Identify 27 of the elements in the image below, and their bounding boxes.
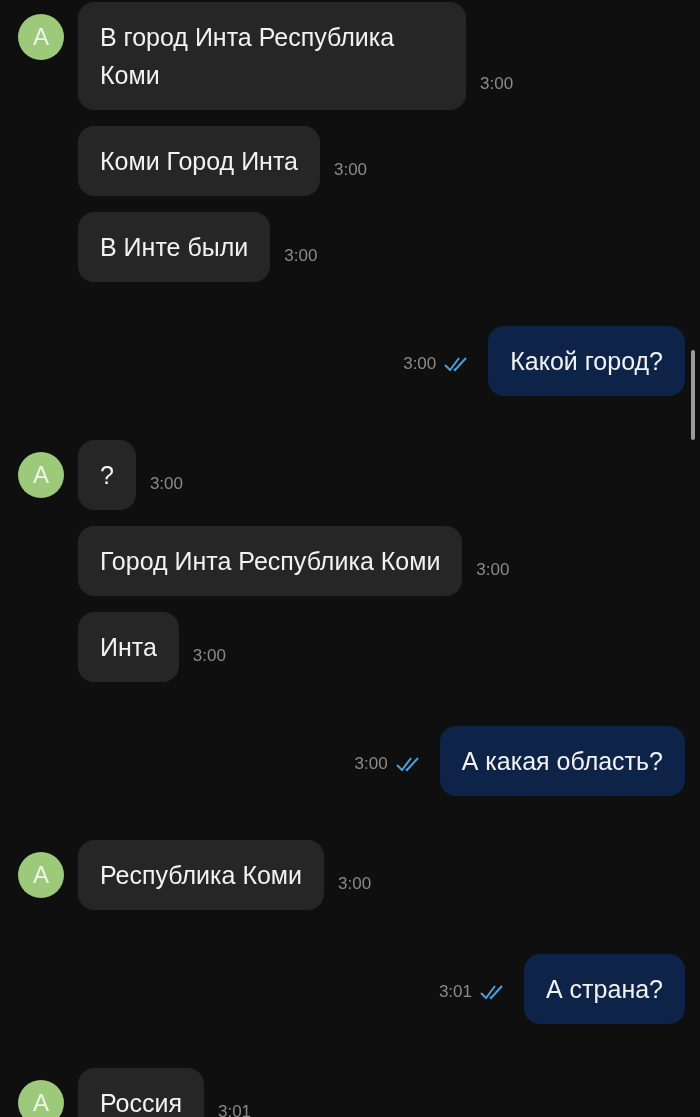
message-time: 3:00 <box>480 72 514 95</box>
message-bubble: Республика Коми <box>78 840 324 910</box>
message-time: 3:00 <box>476 558 510 581</box>
message-time: 3:00 <box>284 244 318 267</box>
scrollbar[interactable] <box>691 350 695 440</box>
message-time: 3:00 <box>192 644 226 667</box>
message-time: 3:00 <box>149 472 183 495</box>
message-bubble: Какой город? <box>488 326 685 396</box>
message-time: 3:01 <box>218 1100 252 1117</box>
avatar: A <box>18 452 64 498</box>
message-bubble: Коми Город Инта <box>78 126 320 196</box>
message-time: 3:00 <box>354 753 388 776</box>
message-bubble: ? <box>78 440 136 510</box>
message-time: 3:00 <box>338 872 372 895</box>
message-bubble: А страна? <box>524 954 685 1024</box>
avatar: A <box>18 852 64 898</box>
message-bubble: Город Инта Республика Коми <box>78 526 463 596</box>
avatar: A <box>18 14 64 60</box>
message-time: 3:00 <box>403 353 437 376</box>
message-bubble: А какая область? <box>439 726 685 796</box>
message-bubble: Россия <box>78 1068 204 1117</box>
message-bubble: В Инте были <box>78 212 271 282</box>
avatar: A <box>18 1080 64 1117</box>
message-bubble: В город Инта Республика Коми <box>78 2 466 110</box>
message-time: 3:01 <box>438 981 472 1004</box>
message-time: 3:00 <box>334 158 368 181</box>
message-bubble: Инта <box>78 612 179 682</box>
